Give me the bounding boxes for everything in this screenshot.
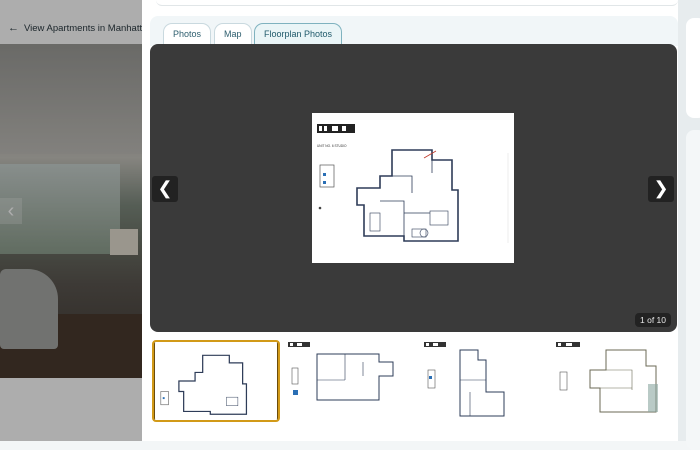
modal-top-strip xyxy=(156,0,678,6)
chevron-right-icon[interactable]: ❯ xyxy=(648,176,674,202)
thumbnail-1[interactable] xyxy=(152,340,280,422)
thumbnail-3[interactable] xyxy=(414,340,542,422)
thumbnail-strip xyxy=(150,340,678,422)
thumbnail-4[interactable] xyxy=(546,340,674,422)
plan-header-text: UNIT NO. 6 STUDIO xyxy=(317,144,347,148)
chevron-left-icon[interactable]: ❮ xyxy=(152,176,178,202)
thumbnail-floorplan-3 xyxy=(414,340,542,422)
thumbnail-floorplan-4 xyxy=(546,340,674,422)
floorplan-image: UNIT NO. 6 STUDIO xyxy=(312,113,514,263)
tab-map[interactable]: Map xyxy=(214,23,252,44)
tab-photos[interactable]: Photos xyxy=(163,23,212,44)
overlay-shade[interactable] xyxy=(0,0,142,441)
floorplan-drawing: UNIT NO. 6 STUDIO xyxy=(317,124,509,243)
image-counter: 1 of 10 xyxy=(635,313,671,327)
background-card xyxy=(686,130,700,450)
thumbnail-2[interactable] xyxy=(283,340,411,422)
photo-modal: Photos Map Floorplan Photos UNIT NO. 6 S… xyxy=(142,0,678,441)
thumbnail-floorplan-2 xyxy=(283,340,411,422)
image-viewer: UNIT NO. 6 STUDIO ❮ ❯ 1 of 10 xyxy=(150,44,677,332)
background-card xyxy=(686,18,700,118)
thumbnail-floorplan-1 xyxy=(155,342,277,420)
tab-floorplan-photos[interactable]: Floorplan Photos xyxy=(254,23,343,44)
background-right-column xyxy=(678,0,700,450)
